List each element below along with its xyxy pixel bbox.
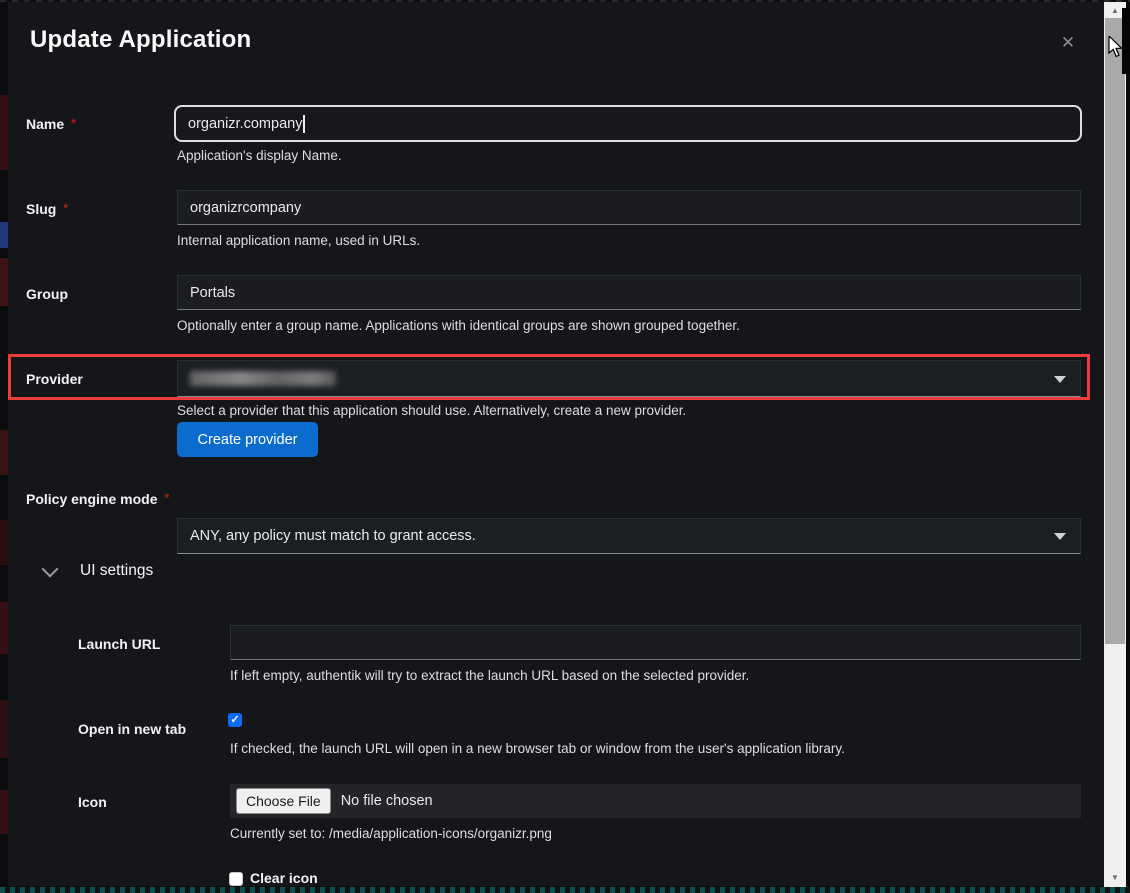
icon-label: Icon [78,794,107,810]
right-edge-strip [1126,0,1130,893]
chevron-down-icon [1054,376,1066,383]
slug-help-text: Internal application name, used in URLs. [177,233,420,248]
scroll-up-icon: ▲ [1111,6,1119,15]
name-label: Name* [26,116,76,132]
ui-settings-header: UI settings [80,562,153,580]
background-fragment [0,95,8,170]
background-fragment [0,602,8,654]
provider-select[interactable] [177,360,1081,397]
selection-dash-border-bottom [0,887,1130,893]
required-marker: * [164,491,169,505]
selection-dash-border-top [0,0,1130,2]
mouse-cursor [1108,36,1124,63]
scroll-down-icon: ▼ [1111,873,1119,882]
provider-label: Provider [26,371,83,387]
scrollbar-thumb[interactable] [1105,18,1125,644]
group-help-text: Optionally enter a group name. Applicati… [177,318,740,333]
text-caret [303,115,305,133]
launch-url-help-text: If left empty, authentik will try to ext… [230,668,749,683]
background-page-strip [0,0,8,893]
slug-input[interactable]: organizrcompany [177,190,1081,225]
clear-icon-checkbox[interactable] [229,872,243,886]
group-label: Group [26,286,68,302]
background-fragment [0,520,8,565]
open-in-new-tab-checkbox[interactable]: ✓ [228,713,242,727]
check-icon: ✓ [230,715,239,726]
open-in-new-tab-label: Open in new tab [78,721,186,737]
provider-help-text: Select a provider that this application … [177,403,686,418]
background-fragment [0,790,8,834]
required-marker: * [71,116,76,130]
close-icon[interactable]: ✕ [1055,30,1081,56]
scrollbar-down-arrow[interactable]: ▼ [1104,869,1126,885]
group-input-value: Portals [190,285,235,301]
page-title: Update Application [30,26,251,54]
chevron-down-icon [1054,533,1066,540]
chevron-down-icon [42,560,59,577]
policy-engine-mode-select[interactable]: ANY, any policy must match to grant acce… [177,518,1081,554]
policy-engine-mode-label: Policy engine mode* [26,491,169,507]
launch-url-input[interactable] [230,625,1081,660]
file-status-text: No file chosen [341,793,433,809]
create-provider-button[interactable]: Create provider [177,422,318,457]
background-fragment [0,258,8,306]
ui-settings-section-toggle[interactable]: UI settings [44,559,344,583]
required-marker: * [63,201,68,215]
provider-redacted-value [190,371,336,386]
icon-file-input[interactable]: Choose File No file chosen [230,784,1081,818]
slug-input-value: organizrcompany [190,200,301,216]
name-input[interactable]: organizr.company [174,105,1082,142]
clear-icon-label: Clear icon [250,870,318,886]
policy-engine-mode-value: ANY, any policy must match to grant acce… [190,528,476,544]
slug-label: Slug* [26,201,68,217]
update-application-modal: Update Application ✕ Name* organizr.comp… [8,2,1104,886]
group-input[interactable]: Portals [177,275,1081,310]
background-fragment [0,430,8,475]
open-in-new-tab-help-text: If checked, the launch URL will open in … [230,741,845,756]
background-fragment [0,700,8,758]
name-help-text: Application's display Name. [177,148,342,163]
background-fragment [0,222,8,248]
icon-help-text: Currently set to: /media/application-ico… [230,826,552,841]
launch-url-label: Launch URL [78,636,160,652]
choose-file-button[interactable]: Choose File [236,788,331,814]
name-input-value: organizr.company [188,116,302,132]
